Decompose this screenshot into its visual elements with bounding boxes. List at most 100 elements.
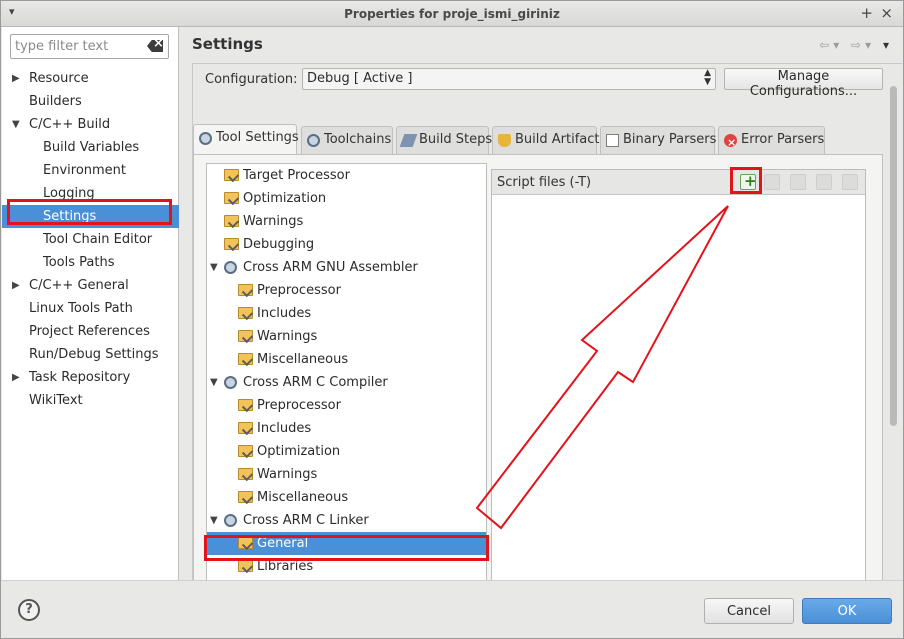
- tab-label: Error Parsers: [741, 132, 825, 147]
- tree-item-cc-preprocessor[interactable]: Preprocessor: [207, 394, 486, 417]
- nav-item-label: Run/Debug Settings: [29, 347, 159, 362]
- tab-build-steps[interactable]: Build Steps: [396, 126, 493, 154]
- back-icon[interactable]: ⇦: [819, 38, 833, 52]
- tab-bar: Tool Settings Toolchains Build Steps Bui…: [193, 124, 883, 156]
- maximize-icon[interactable]: +: [860, 4, 873, 22]
- options-folder-icon: [238, 422, 253, 434]
- tab-binary-parsers[interactable]: Binary Parsers: [600, 126, 717, 154]
- nav-item-project-references[interactable]: Project References: [2, 320, 179, 343]
- nav-item-build-variables[interactable]: Build Variables: [2, 136, 179, 159]
- nav-item-builders[interactable]: Builders: [2, 90, 179, 113]
- tree-item-linker-general[interactable]: General: [207, 532, 486, 555]
- tree-item-optimization[interactable]: Optimization: [207, 187, 486, 210]
- close-icon[interactable]: ×: [880, 4, 893, 22]
- manage-configurations-button[interactable]: Manage Configurations...: [724, 68, 883, 99]
- collapse-icon[interactable]: ▼: [210, 509, 218, 532]
- tree-item-label: General: [257, 536, 309, 551]
- tree-item-label: Includes: [257, 421, 312, 436]
- nav-item-wikitext[interactable]: WikiText: [2, 389, 179, 412]
- tab-label: Binary Parsers: [623, 132, 717, 147]
- scrollbar-thumb[interactable]: [890, 86, 897, 426]
- clear-filter-icon[interactable]: [147, 40, 163, 52]
- collapse-icon[interactable]: ▼: [210, 256, 218, 279]
- move-up-icon[interactable]: [816, 174, 832, 190]
- nav-item-label: Settings: [43, 209, 97, 224]
- ok-button[interactable]: OK: [802, 598, 892, 624]
- nav-item-settings[interactable]: Settings: [2, 205, 179, 228]
- tree-item-cc-miscellaneous[interactable]: Miscellaneous: [207, 486, 486, 509]
- tree-item-warnings[interactable]: Warnings: [207, 210, 486, 233]
- tab-build-artifact[interactable]: Build Artifact: [492, 126, 600, 154]
- settings-scroll-area: Configuration: Debug [ Active ] ▲ ▼ Manag…: [192, 63, 902, 582]
- tree-item-asm-miscellaneous[interactable]: Miscellaneous: [207, 348, 486, 371]
- nav-item-cpp-general[interactable]: ▶ C/C++ General: [2, 274, 179, 297]
- nav-item-resource[interactable]: ▶ Resource: [2, 67, 179, 90]
- tree-item-assembler[interactable]: ▼ Cross ARM GNU Assembler: [207, 256, 486, 279]
- options-folder-icon: [238, 468, 253, 480]
- options-folder-icon: [238, 307, 253, 319]
- titlebar: ▾ Properties for proje_ismi_giriniz + ×: [1, 1, 903, 27]
- options-folder-icon: [238, 537, 253, 549]
- tab-error-parsers[interactable]: Error Parsers: [718, 126, 825, 156]
- collapse-icon[interactable]: ▼: [210, 371, 218, 394]
- nav-item-label: Build Variables: [43, 140, 140, 155]
- nav-item-run-debug-settings[interactable]: Run/Debug Settings: [2, 343, 179, 366]
- tree-item-label: Optimization: [243, 191, 327, 206]
- tree-item-debugging[interactable]: Debugging: [207, 233, 486, 256]
- help-icon[interactable]: ?: [18, 599, 40, 621]
- tree-item-c-linker[interactable]: ▼ Cross ARM C Linker: [207, 509, 486, 532]
- tab-toolchains[interactable]: Toolchains: [301, 126, 393, 154]
- tree-item-label: Cross ARM C Compiler: [243, 375, 388, 390]
- nav-item-task-repository[interactable]: ▶ Task Repository: [2, 366, 179, 389]
- expand-icon[interactable]: ▶: [12, 366, 20, 389]
- tree-item-label: Libraries: [257, 559, 314, 574]
- nav-item-logging[interactable]: Logging: [2, 182, 179, 205]
- tree-item-linker-libraries[interactable]: Libraries: [207, 555, 486, 578]
- delete-file-icon[interactable]: [764, 174, 780, 190]
- edit-file-icon[interactable]: [790, 174, 806, 190]
- tree-item-target-processor[interactable]: Target Processor: [207, 164, 486, 187]
- filter-box: [10, 34, 169, 59]
- binary-icon: [606, 134, 619, 147]
- gear-icon: [224, 514, 237, 527]
- view-menu-icon[interactable]: ▾: [883, 38, 893, 52]
- tree-item-label: Warnings: [257, 329, 318, 344]
- tree-item-asm-warnings[interactable]: Warnings: [207, 325, 486, 348]
- filter-input[interactable]: [11, 35, 141, 58]
- tree-item-label: Includes: [257, 306, 312, 321]
- forward-menu-icon[interactable]: ▾: [865, 38, 875, 52]
- nav-item-label: C/C++ Build: [29, 117, 111, 132]
- nav-item-tool-chain-editor[interactable]: Tool Chain Editor: [2, 228, 179, 251]
- move-down-icon[interactable]: [842, 174, 858, 190]
- tab-tool-settings[interactable]: Tool Settings: [193, 124, 299, 154]
- nav-item-label: C/C++ General: [29, 278, 129, 293]
- nav-item-cpp-build[interactable]: ▼ C/C++ Build: [2, 113, 179, 136]
- cancel-button[interactable]: Cancel: [704, 598, 794, 624]
- tab-label: Build Steps: [419, 132, 493, 147]
- nav-item-tools-paths[interactable]: Tools Paths: [2, 251, 179, 274]
- vertical-scrollbar[interactable]: [887, 84, 899, 581]
- back-menu-icon[interactable]: ▾: [833, 38, 843, 52]
- add-file-button[interactable]: [740, 172, 757, 190]
- build-steps-icon: [399, 134, 418, 147]
- expand-icon[interactable]: ▶: [12, 67, 20, 90]
- tree-item-asm-includes[interactable]: Includes: [207, 302, 486, 325]
- tree-item-label: Miscellaneous: [257, 352, 349, 367]
- forward-icon[interactable]: ⇨: [851, 38, 865, 52]
- navigation-tree: ▶ Resource Builders ▼ C/C++ Build Build …: [2, 67, 179, 412]
- tree-item-cc-optimization[interactable]: Optimization: [207, 440, 486, 463]
- collapse-icon[interactable]: ▼: [12, 113, 20, 136]
- spinner-icon: ▲ ▼: [704, 68, 711, 87]
- nav-item-environment[interactable]: Environment: [2, 159, 179, 182]
- tree-item-label: Preprocessor: [257, 398, 341, 413]
- nav-item-linux-tools-path[interactable]: Linux Tools Path: [2, 297, 179, 320]
- configuration-select[interactable]: Debug [ Active ] ▲ ▼: [302, 68, 716, 90]
- tree-item-cc-warnings[interactable]: Warnings: [207, 463, 486, 486]
- tool-settings-tree: Target Processor Optimization Warnings D…: [206, 163, 487, 582]
- nav-item-label: Logging: [43, 186, 95, 201]
- error-icon: [724, 130, 737, 156]
- tree-item-cc-includes[interactable]: Includes: [207, 417, 486, 440]
- tree-item-c-compiler[interactable]: ▼ Cross ARM C Compiler: [207, 371, 486, 394]
- tree-item-asm-preprocessor[interactable]: Preprocessor: [207, 279, 486, 302]
- expand-icon[interactable]: ▶: [12, 274, 20, 297]
